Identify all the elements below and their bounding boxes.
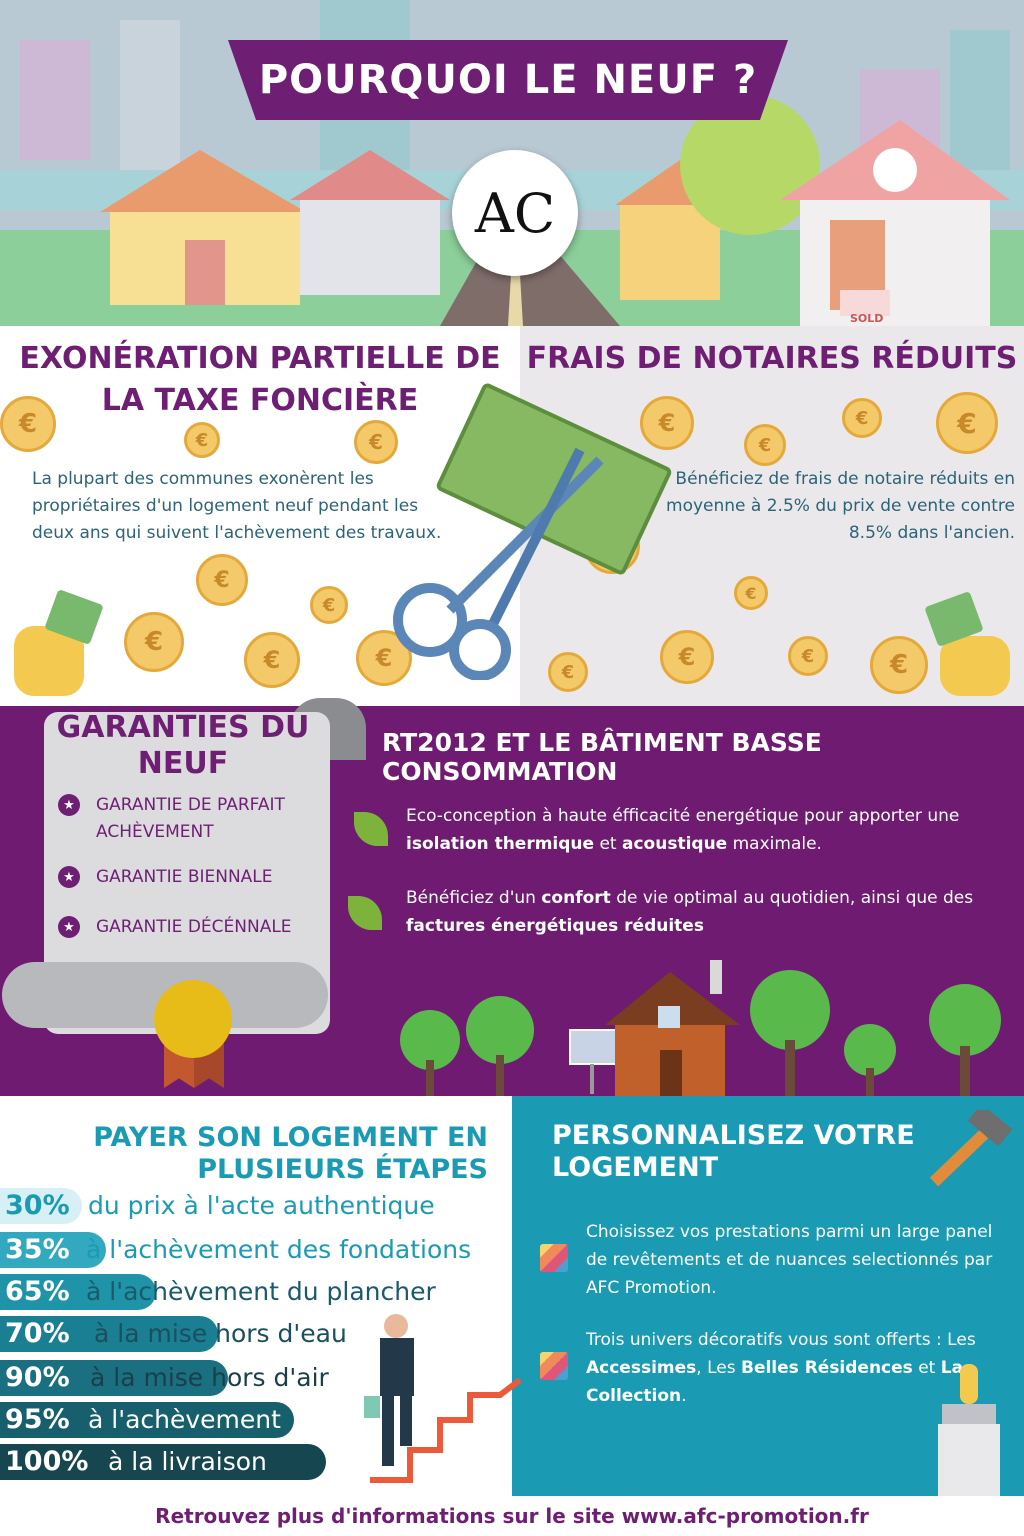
personalize-item: Choisissez vos prestations parmi un larg…: [586, 1222, 993, 1298]
afc-logo: AC: [452, 150, 578, 276]
personalize-text: Trois univers décoratifs vous sont offer…: [586, 1330, 976, 1350]
euro-coin-icon: €: [184, 422, 220, 458]
eco-house-illustration: [400, 960, 1001, 1096]
euro-coin-icon: €: [842, 398, 882, 438]
euro-coin-icon: €: [660, 630, 714, 684]
personalize-highlight: Accessimes: [586, 1358, 697, 1378]
payment-step-text: à l'achèvement: [88, 1405, 281, 1434]
euro-coin-icon: €: [936, 392, 998, 454]
payment-step-text: à l'achèvement des fondations: [86, 1235, 472, 1264]
color-swatch-icon: [540, 1352, 568, 1380]
notary-description: Bénéficiez de frais de notaire réduits e…: [666, 469, 1015, 543]
rt2012-highlight: factures énergétiques réduites: [406, 916, 704, 936]
payment-step-pct: 65%: [5, 1276, 70, 1307]
payment-step-pct: 35%: [5, 1234, 70, 1265]
rt2012-highlight: confort: [541, 888, 611, 908]
star-icon: ★: [58, 916, 80, 938]
euro-coin-icon: €: [124, 612, 184, 672]
payment-step-text: à l'achèvement du plancher: [86, 1277, 436, 1306]
personalize-text: .: [681, 1386, 687, 1406]
footer-website: Retrouvez plus d'informations sur le sit…: [0, 1496, 1024, 1536]
guarantee-label: GARANTIE BIENNALE: [96, 867, 273, 887]
color-swatch-icon: [540, 1244, 568, 1272]
businessman-stairs-illustration: [364, 1314, 522, 1483]
paintbrush-icon: [938, 1364, 1000, 1496]
rt2012-text: Eco-conception à haute éfficacité energé…: [406, 806, 960, 826]
hand-with-money-icon: [940, 636, 1010, 696]
notary-title: FRAIS DE NOTAIRES RÉDUITS: [526, 341, 1018, 376]
euro-coin-icon: €: [734, 576, 768, 610]
rt2012-highlight: isolation thermique: [406, 834, 595, 854]
payment-step-text: du prix à l'acte authentique: [88, 1191, 435, 1220]
payment-step-text: à la livraison: [108, 1447, 267, 1476]
payment-step-text: à la mise hors d'air: [90, 1363, 329, 1392]
rt2012-text: et: [594, 834, 622, 854]
euro-coin-icon: €: [870, 636, 928, 694]
rt2012-text: Bénéficiez d'un: [406, 888, 542, 908]
star-icon: ★: [58, 794, 80, 816]
guarantee-item: ★ GARANTIE DE PARFAIT ACHÈVEMENT: [58, 792, 318, 846]
personalize-text: , Les: [696, 1358, 741, 1378]
guarantee-item: ★ GARANTIE DÉCÉNNALE: [58, 914, 318, 941]
tax-title: EXONÉRATION PARTIELLE DE LA TAXE FONCIÈR…: [19, 341, 501, 418]
payment-step-text: à la mise hors d'eau: [94, 1319, 347, 1348]
payment-step-pct: 90%: [5, 1362, 70, 1393]
guarantee-label: GARANTIE DÉCÉNNALE: [96, 917, 292, 937]
rt2012-text: maximale.: [727, 834, 822, 854]
guarantee-label: GARANTIE DE PARFAIT ACHÈVEMENT: [96, 795, 285, 842]
guarantee-item: ★ GARANTIE BIENNALE: [58, 864, 318, 891]
personalize-highlight: Belles Résidences: [740, 1358, 913, 1378]
rt2012-text: de vie optimal au quotidien, ainsi que d…: [610, 888, 974, 908]
payment-title: PAYER SON LOGEMENT EN PLUSIEURS ÉTAPES: [93, 1122, 488, 1185]
sold-sign: SOLD: [850, 312, 884, 325]
guarantees-title: GARANTIES DU NEUF: [56, 710, 310, 781]
payment-step-pct: 95%: [5, 1404, 70, 1435]
euro-coin-icon: €: [196, 554, 248, 606]
rt2012-highlight: acoustique: [622, 834, 728, 854]
euro-coin-icon: €: [744, 424, 786, 466]
medal-icon: [154, 980, 232, 1058]
rt2012-item: Eco-conception à haute éfficacité energé…: [406, 802, 1006, 858]
payment-step-pct: 70%: [5, 1318, 70, 1349]
hammer-icon: [929, 1110, 1013, 1187]
euro-coin-icon: €: [310, 586, 348, 624]
personalize-title: PERSONNALISEZ VOTRE LOGEMENT: [552, 1120, 915, 1183]
star-icon: ★: [58, 866, 80, 888]
euro-coin-icon: €: [244, 632, 300, 688]
euro-coin-icon: €: [640, 396, 694, 450]
payment-step-pct: 100%: [5, 1446, 89, 1477]
page-title: POURQUOI LE NEUF ?: [228, 40, 788, 120]
rt2012-title: RT2012 ET LE BÂTIMENT BASSE CONSOMMATION: [382, 728, 822, 786]
payment-step-pct: 30%: [5, 1190, 70, 1221]
rt2012-item: Bénéficiez d'un confort de vie optimal a…: [406, 884, 1006, 940]
euro-coin-icon: €: [788, 636, 828, 676]
tax-description: La plupart des communes exonèrent les pr…: [32, 469, 442, 543]
